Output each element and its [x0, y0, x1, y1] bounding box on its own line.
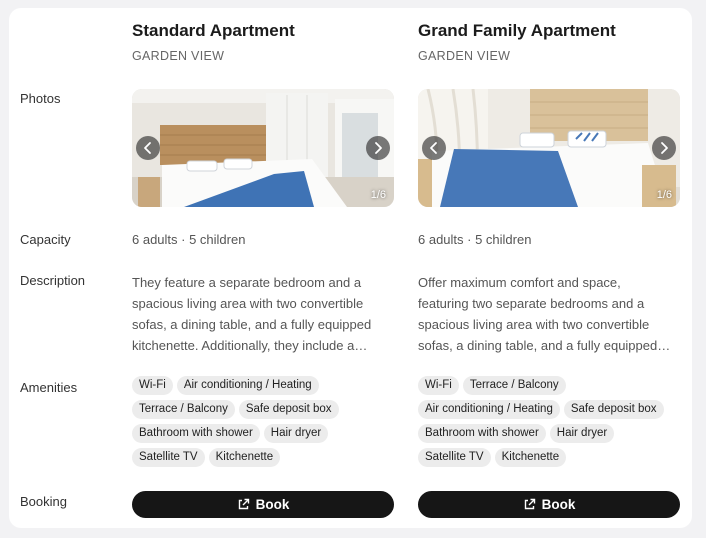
amenity-list: Wi-Fi Terrace / Balcony Air conditioning…: [418, 376, 686, 467]
amenity-chip: Hair dryer: [263, 424, 329, 443]
room-photo-carousel[interactable]: 1/6: [418, 89, 680, 207]
chevron-left-icon: [144, 142, 151, 154]
amenity-chip: Hair dryer: [549, 424, 615, 443]
amenity-chip: Wi-Fi: [418, 376, 459, 395]
amenity-chip: Air conditioning / Heating: [418, 400, 560, 419]
room-subtitle: GARDEN VIEW: [132, 49, 225, 63]
amenity-chip: Bathroom with shower: [418, 424, 546, 443]
external-link-icon: [238, 498, 249, 510]
amenity-chip: Terrace / Balcony: [132, 400, 235, 419]
photo-prev-button[interactable]: [422, 136, 446, 160]
row-label-amenities: Amenities: [20, 380, 78, 395]
amenity-chip: Satellite TV: [132, 448, 205, 467]
book-label: Book: [541, 497, 576, 512]
amenity-chip: Bathroom with shower: [132, 424, 260, 443]
amenity-chip: Terrace / Balcony: [462, 376, 566, 395]
amenity-chip: Wi-Fi: [132, 376, 173, 395]
amenity-chip: Kitchenette: [494, 448, 567, 467]
room-subtitle: GARDEN VIEW: [418, 49, 511, 63]
room-capacity: 6 adults · 5 children: [132, 232, 246, 247]
amenity-chip: Air conditioning / Heating: [176, 376, 319, 395]
description-line: They feature a separate bedroom and a: [132, 275, 362, 290]
amenity-list: Wi-Fi Air conditioning / Heating Terrace…: [132, 376, 400, 467]
book-button[interactable]: Book: [132, 491, 394, 518]
bedroom-photo: [418, 89, 680, 207]
description-line: Offer maximum comfort and space,: [418, 275, 621, 290]
photo-counter: 1/6: [370, 189, 386, 201]
room-description: They feature a separate bedroom and a sp…: [132, 272, 394, 356]
chevron-right-icon: [375, 142, 382, 154]
description-line: featuring two separate bedrooms and a: [418, 296, 645, 311]
description-line: sofas, a dining table, and a fully equip…: [418, 338, 671, 353]
amenity-chip: Satellite TV: [418, 448, 491, 467]
row-label-description: Description: [20, 273, 86, 288]
chevron-left-icon: [430, 142, 437, 154]
description-line: spacious living area with two convertibl…: [132, 296, 364, 311]
photo-next-button[interactable]: [366, 136, 390, 160]
row-label-capacity: Capacity: [20, 232, 71, 247]
row-label-photos: Photos: [20, 91, 61, 106]
photo-prev-button[interactable]: [136, 136, 160, 160]
photo-counter: 1/6: [656, 189, 672, 201]
room-photo-carousel[interactable]: 1/6: [132, 89, 394, 207]
photo-next-button[interactable]: [652, 136, 676, 160]
room-description: Offer maximum comfort and space, featuri…: [418, 272, 680, 356]
room-title: Standard Apartment: [132, 21, 295, 40]
description-line: sofas, a dining table, and a fully equip…: [132, 317, 372, 332]
book-label: Book: [255, 497, 290, 512]
book-button[interactable]: Book: [418, 491, 680, 518]
description-line: kitchenette. Additionally, they include …: [132, 338, 368, 353]
bedroom-photo: [132, 89, 394, 207]
amenity-chip: Safe deposit box: [563, 400, 664, 419]
room-title: Grand Family Apartment: [418, 21, 616, 40]
amenity-chip: Kitchenette: [208, 448, 281, 467]
amenity-chip: Safe deposit box: [238, 400, 339, 419]
description-line: spacious living area with two convertibl…: [418, 317, 650, 332]
room-capacity: 6 adults · 5 children: [418, 232, 532, 247]
chevron-right-icon: [661, 142, 668, 154]
external-link-icon: [524, 498, 535, 510]
row-label-booking: Booking: [20, 494, 67, 509]
